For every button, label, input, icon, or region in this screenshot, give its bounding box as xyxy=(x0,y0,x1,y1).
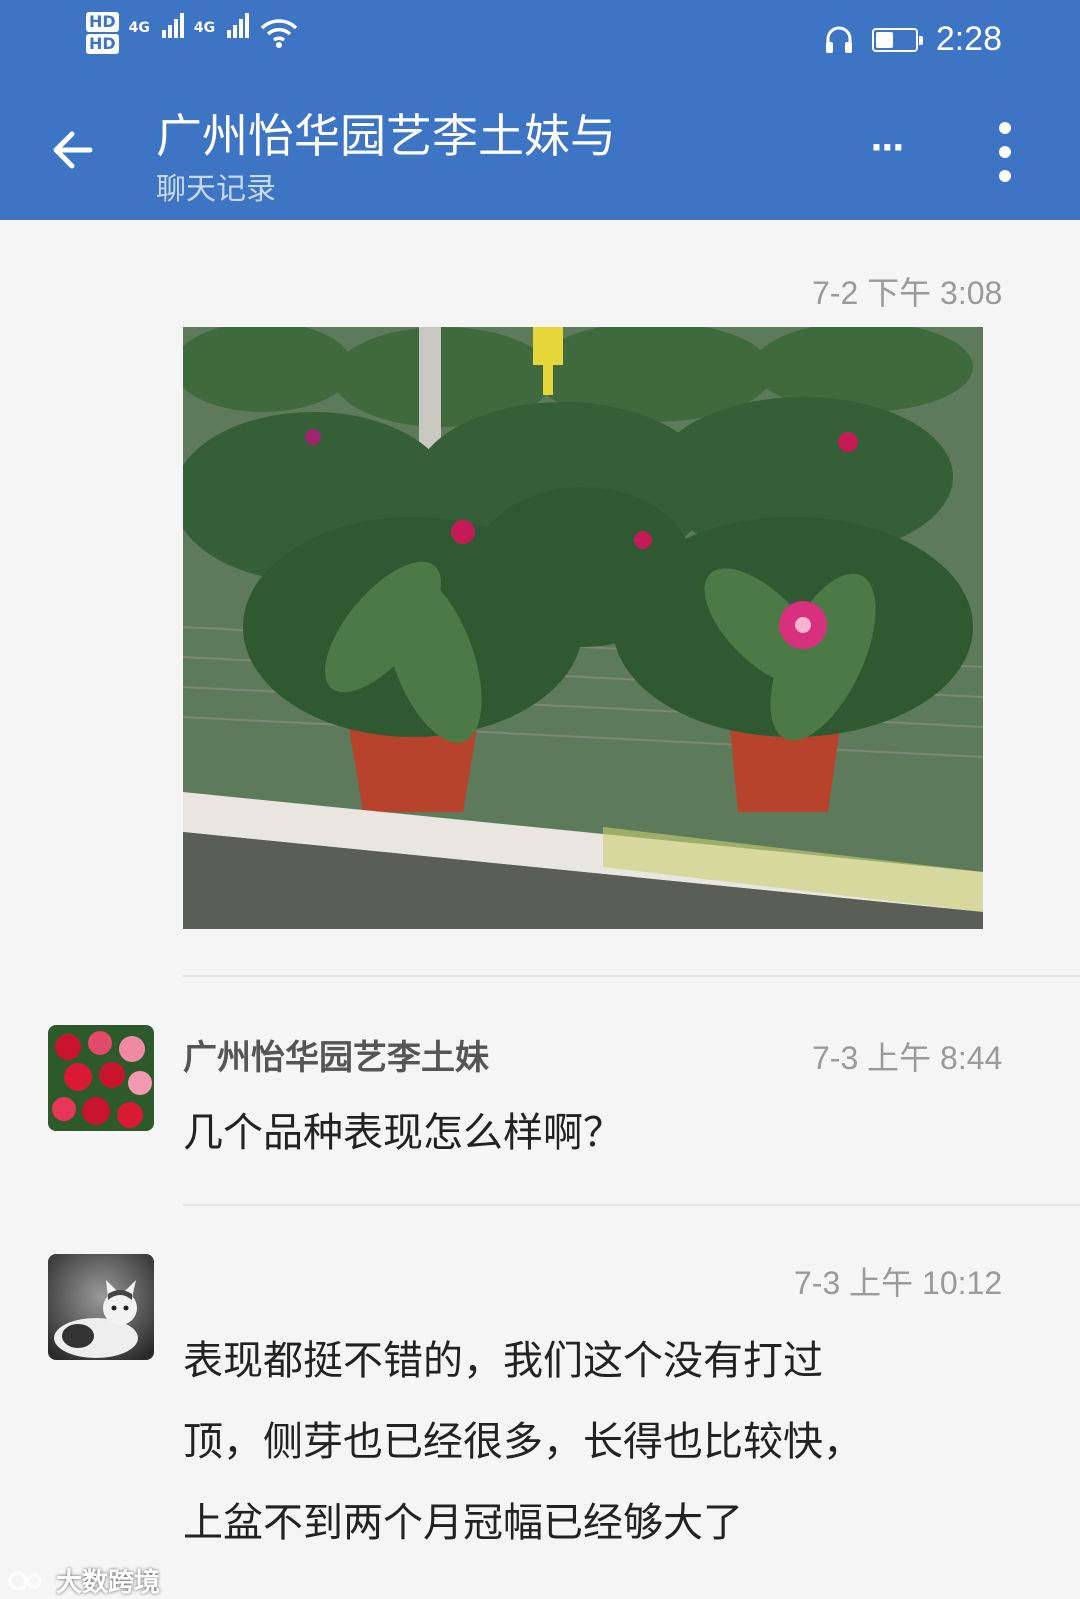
message-text-line: 上盆不到两个月冠幅已经够大了 xyxy=(183,1500,743,1546)
network2-label: 4G xyxy=(193,20,216,36)
message-timestamp: 7-3 上午 8:44 xyxy=(812,1040,1003,1076)
battery-icon xyxy=(871,27,923,52)
overflow-menu-icon[interactable] xyxy=(998,122,1012,182)
flower-bouquet-avatar xyxy=(48,1025,154,1131)
sim1-hd-badge: HD xyxy=(86,12,119,32)
watermark-logo-icon xyxy=(8,1571,42,1590)
signal-bars-icon xyxy=(227,12,250,38)
watermark: 大数跨境 xyxy=(8,1562,160,1599)
message-divider xyxy=(183,1204,1080,1206)
message-image[interactable] xyxy=(183,327,983,929)
ellipsis-icon[interactable]: ··· xyxy=(870,128,905,168)
clock: 2:28 xyxy=(935,20,1002,58)
sender-name: 广州怡华园艺李土妹 xyxy=(183,1038,489,1078)
message-text-line: 顶，侧芽也已经很多，长得也比较快， xyxy=(183,1419,863,1465)
headset-icon xyxy=(825,26,852,53)
message-timestamp: 7-3 上午 10:12 xyxy=(794,1265,1003,1301)
wifi-icon xyxy=(260,19,298,48)
sim2-hd-badge: HD xyxy=(86,34,119,54)
message-timestamp: 7-2 下午 3:08 xyxy=(812,275,1003,311)
signal-bars-icon xyxy=(161,12,184,38)
signal-group: HD HD 4G 4G xyxy=(86,12,299,54)
message-text: 几个品种表现怎么样啊？ xyxy=(183,1110,623,1156)
message-text-line: 表现都挺不错的，我们这个没有打过 xyxy=(183,1338,823,1384)
avatar[interactable] xyxy=(48,1254,154,1360)
status-bar: HD HD 4G 4G 2:28 xyxy=(0,0,1080,80)
status-right: 2:28 xyxy=(824,20,1002,59)
back-arrow-icon[interactable] xyxy=(46,124,98,176)
page-title: 广州怡华园艺李土妹与 xyxy=(156,109,616,163)
network1-label: 4G xyxy=(128,20,150,36)
avatar[interactable] xyxy=(48,1025,154,1131)
potted-plants-photo xyxy=(183,327,983,929)
watermark-text: 大数跨境 xyxy=(56,1568,161,1598)
page-subtitle: 聊天记录 xyxy=(156,172,276,207)
app-header: 广州怡华园艺李土妹与 聊天记录 ··· xyxy=(0,80,1080,220)
message-divider xyxy=(183,975,1080,977)
cat-avatar xyxy=(48,1254,154,1360)
